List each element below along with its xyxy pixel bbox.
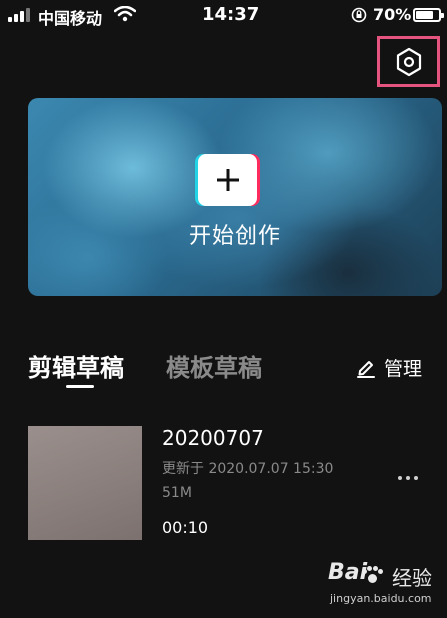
- start-creating-label: 开始创作: [188, 224, 281, 249]
- draft-thumbnail[interactable]: [28, 426, 142, 540]
- edit-pen-icon: [357, 360, 375, 378]
- start-creating-banner[interactable]: 开始创作: [28, 98, 442, 296]
- settings-button[interactable]: [377, 36, 440, 87]
- status-time: 14:37: [202, 4, 260, 25]
- rotation-lock-icon: [351, 7, 367, 23]
- more-dot: [406, 476, 410, 480]
- carrier-name: 中国移动: [38, 9, 103, 28]
- manage-button[interactable]: 管理: [356, 354, 422, 381]
- more-dot: [414, 476, 418, 480]
- tab-template-drafts[interactable]: 模板草稿: [166, 348, 262, 383]
- draft-updated-time: 更新于 2020.07.07 15:30: [162, 461, 334, 477]
- draft-file-size: 51M: [162, 485, 192, 501]
- battery-icon: [413, 8, 444, 22]
- active-tab-indicator: [66, 385, 94, 388]
- new-project-button[interactable]: [198, 154, 257, 206]
- paw-icon: [361, 566, 383, 584]
- tab-edit-drafts[interactable]: 剪辑草稿: [28, 348, 124, 383]
- cellular-signal-icon: [8, 8, 34, 22]
- manage-label: 管理: [384, 358, 423, 380]
- more-options-button[interactable]: [398, 476, 418, 480]
- baidu-jingyan-watermark: Bai 经验 jingyan.baidu.com: [328, 560, 447, 610]
- draft-title[interactable]: 20200707: [162, 426, 264, 450]
- status-bar: 中国移动 14:37 70%: [0, 0, 447, 30]
- watermark-url: jingyan.baidu.com: [330, 592, 432, 605]
- plus-icon: [216, 169, 239, 191]
- draft-duration: 00:10: [162, 518, 209, 537]
- watermark-jingyan: 经验: [392, 566, 432, 590]
- battery-percentage: 70%: [373, 5, 412, 24]
- settings-icon: [396, 47, 421, 76]
- wifi-icon: [114, 6, 136, 22]
- more-dot: [398, 476, 402, 480]
